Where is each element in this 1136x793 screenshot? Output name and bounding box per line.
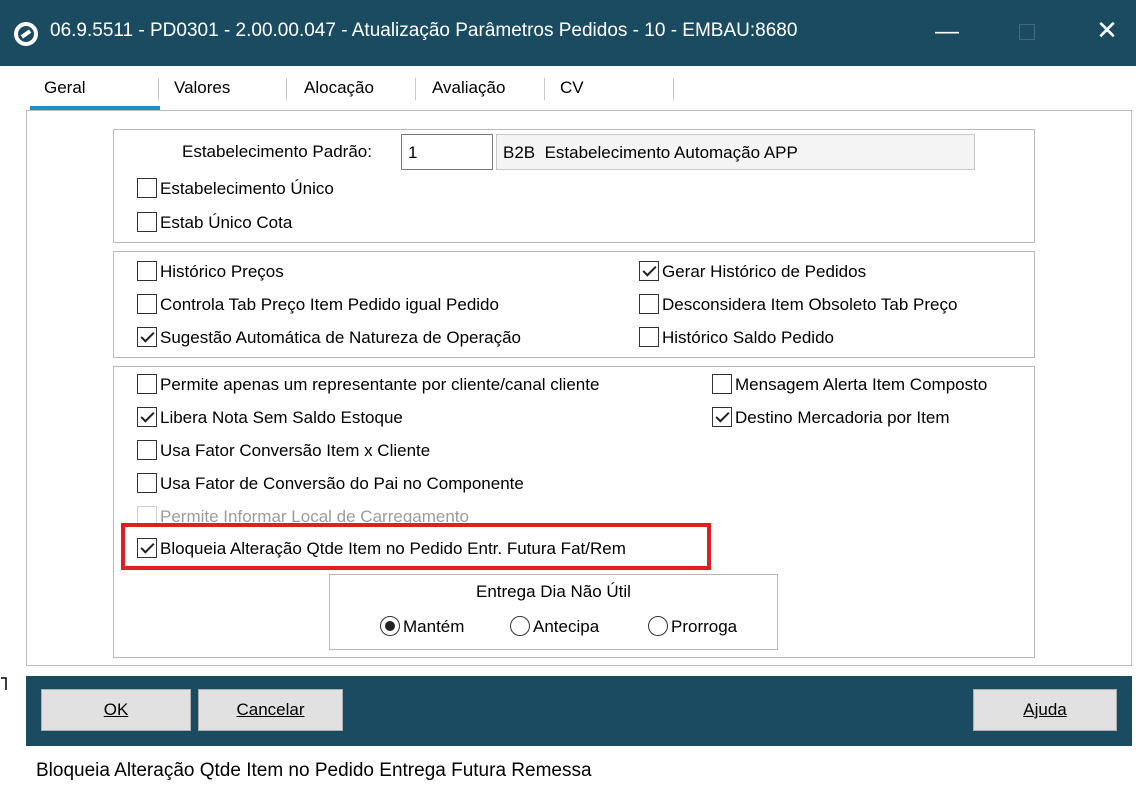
- gerar-historico-label: Gerar Histórico de Pedidos: [662, 262, 867, 281]
- usa-fator-conversao-label: Usa Fator Conversão Item x Cliente: [160, 441, 431, 460]
- close-button[interactable]: ✕: [1092, 17, 1122, 43]
- entrega-title: Entrega Dia Não Útil: [476, 582, 631, 601]
- estab-unico-cota-checkbox[interactable]: [137, 212, 157, 232]
- destino-mercadoria-label: Destino Mercadoria por Item: [735, 408, 950, 427]
- establishment-description: B2B Estabelecimento Automação APP: [503, 143, 798, 162]
- cancel-button[interactable]: Cancelar: [198, 689, 343, 731]
- radio-mantem-label: Mantém: [403, 617, 465, 636]
- mensagem-alerta-checkbox[interactable]: [712, 374, 732, 394]
- destino-mercadoria-checkbox[interactable]: [712, 407, 732, 427]
- radio-prorroga-label: Prorroga: [671, 617, 738, 636]
- minimize-button[interactable]: —: [930, 20, 964, 44]
- historico-precos-label: Histórico Preços: [160, 262, 284, 281]
- mensagem-alerta-label: Mensagem Alerta Item Composto: [735, 375, 988, 394]
- usa-fator-pai-checkbox[interactable]: [137, 473, 157, 493]
- establishment-input[interactable]: 1: [401, 134, 493, 170]
- window-edge-mark: [0, 676, 8, 694]
- libera-nota-checkbox[interactable]: [137, 407, 157, 427]
- help-button[interactable]: Ajuda: [973, 689, 1117, 731]
- window-title: 06.9.5511 - PD0301 - 2.00.00.047 - Atual…: [50, 20, 798, 41]
- gerar-historico-checkbox[interactable]: [639, 261, 659, 281]
- tab-avaliacao[interactable]: Avaliação: [432, 78, 505, 112]
- desconsidera-item-label: Desconsidera Item Obsoleto Tab Preço: [662, 295, 958, 314]
- usa-fator-pai-label: Usa Fator de Conversão do Pai no Compone…: [160, 474, 524, 493]
- sugestao-automatica-label: Sugestão Automática de Natureza de Opera…: [160, 328, 522, 347]
- tab-valores[interactable]: Valores: [174, 78, 230, 112]
- maximize-button[interactable]: [1012, 18, 1042, 44]
- historico-saldo-checkbox[interactable]: [639, 327, 659, 347]
- button-bar: [26, 676, 1132, 746]
- radio-antecipa-label: Antecipa: [533, 617, 600, 636]
- establishment-value: 1: [408, 143, 418, 162]
- estab-unico-cota-label: Estab Único Cota: [160, 213, 293, 232]
- status-text: Bloqueia Alteração Qtde Item no Pedido E…: [36, 760, 592, 781]
- permite-representante-label: Permite apenas um representante por clie…: [160, 375, 600, 394]
- libera-nota-label: Libera Nota Sem Saldo Estoque: [160, 408, 403, 427]
- maximize-icon: [1019, 24, 1035, 40]
- tab-bar: Geral Valores Alocação Avaliação CV: [0, 66, 1136, 112]
- tab-divider: [415, 78, 416, 100]
- usa-fator-conversao-checkbox[interactable]: [137, 440, 157, 460]
- establishment-description-field: B2B Estabelecimento Automação APP: [496, 134, 975, 170]
- permite-representante-checkbox[interactable]: [137, 374, 157, 394]
- desconsidera-item-checkbox[interactable]: [639, 294, 659, 314]
- historico-precos-checkbox[interactable]: [137, 261, 157, 281]
- establishment-label: Estabelecimento Padrão:: [182, 142, 372, 161]
- tab-divider: [673, 78, 674, 100]
- controla-tab-preco-label: Controla Tab Preço Item Pedido igual Ped…: [160, 295, 499, 314]
- tab-alocacao[interactable]: Alocação: [304, 78, 374, 112]
- tab-divider: [544, 78, 545, 100]
- highlight-box: [121, 523, 711, 570]
- tab-divider: [286, 78, 287, 100]
- historico-saldo-label: Histórico Saldo Pedido: [662, 328, 834, 347]
- tab-cv[interactable]: CV: [560, 78, 584, 112]
- app-logo-icon: [14, 22, 38, 46]
- controla-tab-preco-checkbox[interactable]: [137, 294, 157, 314]
- tab-divider: [158, 78, 159, 100]
- estabelecimento-unico-checkbox[interactable]: [137, 178, 157, 198]
- radio-prorroga[interactable]: [648, 616, 668, 636]
- estabelecimento-unico-label: Estabelecimento Único: [160, 179, 334, 198]
- radio-antecipa[interactable]: [510, 616, 530, 636]
- ok-button[interactable]: OK: [41, 689, 191, 731]
- radio-mantem[interactable]: [380, 616, 400, 636]
- sugestao-automatica-checkbox[interactable]: [137, 327, 157, 347]
